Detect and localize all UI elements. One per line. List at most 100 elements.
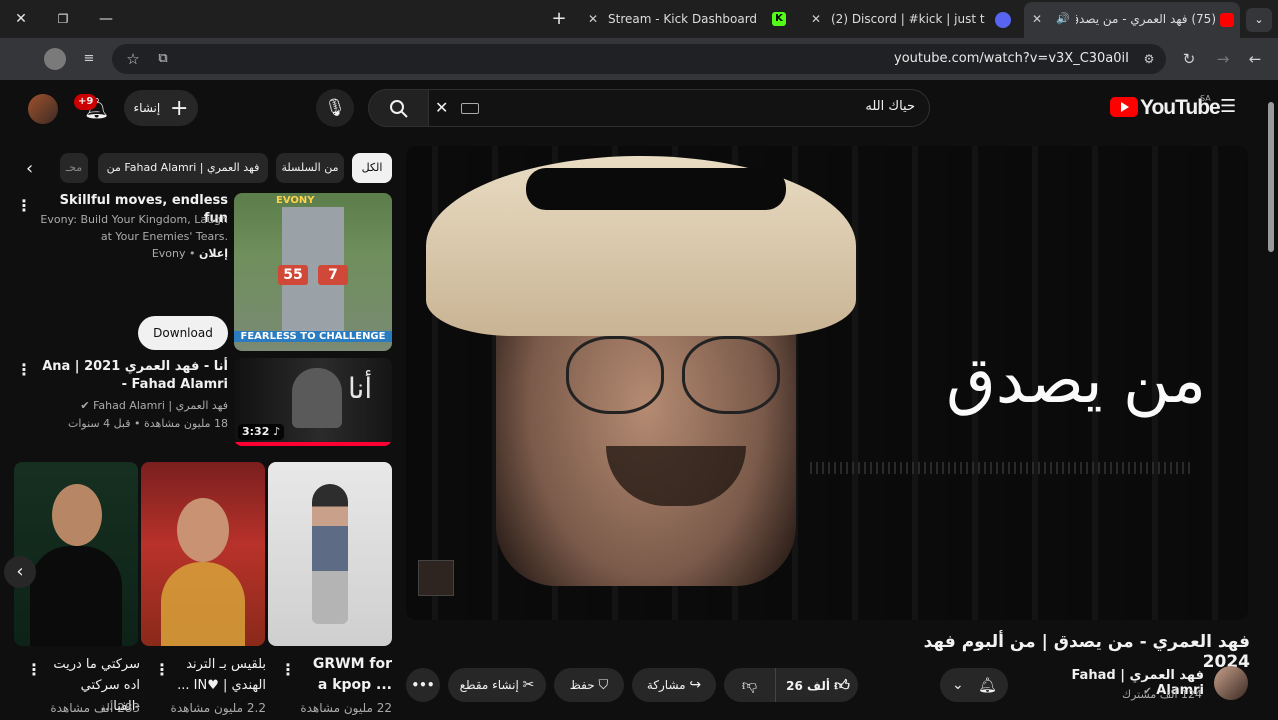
ad-download-button[interactable]: Download [138,316,228,350]
more-actions-button[interactable]: ••• [406,668,440,702]
chip-from-series[interactable]: من السلسلة [276,153,344,183]
short-2-face [177,498,229,562]
ad-thumb-caption: FEARLESS TO CHALLENGE [234,331,392,342]
related-channel: فهد العمري | Fahad Alamri [93,399,228,412]
menu-hamburger-icon[interactable]: ☰ [1220,96,1236,117]
ad-thumb-brand: EVONY [276,195,315,206]
browser-toolbar: ≡ ☆ ⧉ youtube.com/watch?v=v3X_C30a0iI ⚙ … [0,38,1278,80]
keyboard-icon[interactable] [461,103,479,114]
ad-sponsored-tag: إعلان [198,247,228,260]
bookmark-star-icon[interactable]: ☆ [122,48,144,70]
channel-watermark[interactable] [418,560,454,596]
notification-badge: +9 [74,94,98,110]
share-button[interactable]: مشاركة ↪ [632,668,716,702]
duration-text: 3:32 [242,425,270,438]
video-overlay-title: من يصدق [946,344,1206,418]
close-tab-icon[interactable]: ✕ [811,4,821,34]
clip-label: إنشاء مقطع [459,678,519,692]
singer-agal [526,168,786,210]
short-1-more-icon[interactable]: ⋮ [280,660,296,679]
minimize-window-icon[interactable]: — [95,8,117,30]
country-code: SA [1200,94,1211,103]
bookmark-icon: ⛉ [598,678,609,693]
close-tab-icon[interactable]: ✕ [588,4,598,34]
youtube-favicon-icon [1220,13,1234,27]
short-3-more-icon[interactable]: ⋮ [26,660,42,679]
ad-thumbnail[interactable]: EVONY 55 7 FEARLESS TO CHALLENGE [234,193,392,351]
chip-from-channel[interactable]: من Fahad Alamri | فهد العمري [98,153,268,183]
tab-kick-dashboard[interactable]: ✕ Stream - Kick Dashboard [582,4,762,34]
audio-playing-icon[interactable]: 🔊 [1056,2,1070,36]
scrollbar-thumb[interactable] [1268,102,1274,252]
kick-favicon-icon: K [772,12,786,26]
short-2-title[interactable]: بلقيس بـ الترند الهندي | ♥IN ... [172,654,266,696]
search-icon [390,100,408,118]
subscriber-count: 124 ألف مشترك [1122,688,1202,701]
discord-favicon-icon [995,12,1011,28]
plus-icon: + [170,96,189,121]
clip-button[interactable]: إنشاء مقطع ✂ [448,668,546,702]
short-2-dress [161,562,245,646]
close-tab-icon[interactable]: ✕ [1032,2,1042,36]
short-1-title[interactable]: GRWM for a kpop ... [306,654,392,696]
forward-icon[interactable]: → [1212,48,1234,70]
new-tab-icon[interactable]: + [548,8,570,30]
close-window-icon[interactable]: ✕ [10,8,32,30]
chip-partial[interactable]: محـ [60,153,88,183]
reload-icon[interactable]: ↻ [1178,48,1200,70]
reading-list-icon[interactable]: ≡ [78,48,100,70]
search-input[interactable]: ✕ حياك الله [428,89,930,127]
short-thumbnail-3[interactable] [14,462,138,646]
tab-title: (2) Discord | #kick | just try [831,12,985,26]
chevron-down-icon: ⌄ [952,677,964,693]
related-thumb-text: أنا [348,372,373,405]
short-thumbnail-2[interactable] [141,462,265,646]
related-more-options-icon[interactable]: ⋮ [16,360,32,379]
ad-more-options-icon[interactable]: ⋮ [16,196,32,215]
url-text[interactable]: youtube.com/watch?v=v3X_C30a0iI [894,44,1129,74]
video-player[interactable]: من يصدق [406,146,1248,620]
chip-all[interactable]: الكل [352,153,392,183]
save-button[interactable]: حفظ ⛉ [554,668,624,702]
omnibox[interactable]: ☆ ⧉ youtube.com/watch?v=v3X_C30a0iI ⚙ [112,44,1166,74]
duration-badge: 3:32 ♪ [238,424,285,440]
short-2-more-icon[interactable]: ⋮ [154,660,170,679]
page-scrollbar[interactable] [1266,96,1276,720]
tab-search-icon[interactable]: ⌄ [1246,8,1272,32]
account-avatar[interactable] [28,94,58,124]
related-thumbnail[interactable]: أنا 3:32 ♪ [234,358,392,446]
search-button[interactable] [368,89,430,127]
tab-discord[interactable]: ✕ (2) Discord | #kick | just try [805,4,985,34]
back-icon[interactable]: ← [1244,48,1266,70]
glasses-right-lens [682,336,780,414]
search-value: حياك الله [865,99,915,114]
dislike-button[interactable]: 👎︎ [724,668,776,702]
youtube-play-icon [1110,97,1138,117]
subscribed-button[interactable]: ⌄ 🔔︎ [940,668,1008,702]
tab-title: Stream - Kick Dashboard [608,12,758,26]
like-button[interactable]: 26 ألف 👍︎ [778,668,858,702]
waveform-graphic [810,462,1190,474]
profile-avatar-icon[interactable] [44,48,66,70]
create-label: إنشاء [133,101,161,115]
restore-window-icon[interactable]: ❐ [52,8,74,30]
short-3-dress [30,546,122,646]
tab-youtube-active[interactable]: ✕ 🔊 (75) فهد العمري - من يصدق [1024,2,1240,38]
like-dislike-group: 👎︎ 26 ألف 👍︎ [724,668,858,702]
voice-search-icon[interactable]: 🎙︎ [316,89,354,127]
shorts-scroll-left-icon[interactable]: ‹ [4,556,36,588]
related-title[interactable]: أنا - فهد العمري 2021 | Ana - Fahad Alam… [36,358,228,394]
chips-scroll-left-icon[interactable]: ‹ [26,158,33,179]
channel-avatar[interactable] [1214,666,1248,700]
install-app-icon[interactable]: ⧉ [152,48,174,70]
short-thumbnail-1[interactable] [268,462,392,646]
scissors-icon: ✂ [522,677,535,693]
more-horizontal-icon: ••• [411,678,435,692]
share-arrow-icon: ↪ [689,677,702,693]
video-title: فهد العمري - من يصدق | من ألبوم فهد 2024 [923,632,1250,672]
create-button[interactable]: إنشاء + [124,90,198,126]
related-channel-row[interactable]: فهد العمري | Fahad Alamri ✔ [36,397,228,414]
site-settings-icon[interactable]: ⚙ [1138,48,1160,70]
clear-search-icon[interactable]: ✕ [435,98,448,117]
short-3-face [52,484,102,546]
